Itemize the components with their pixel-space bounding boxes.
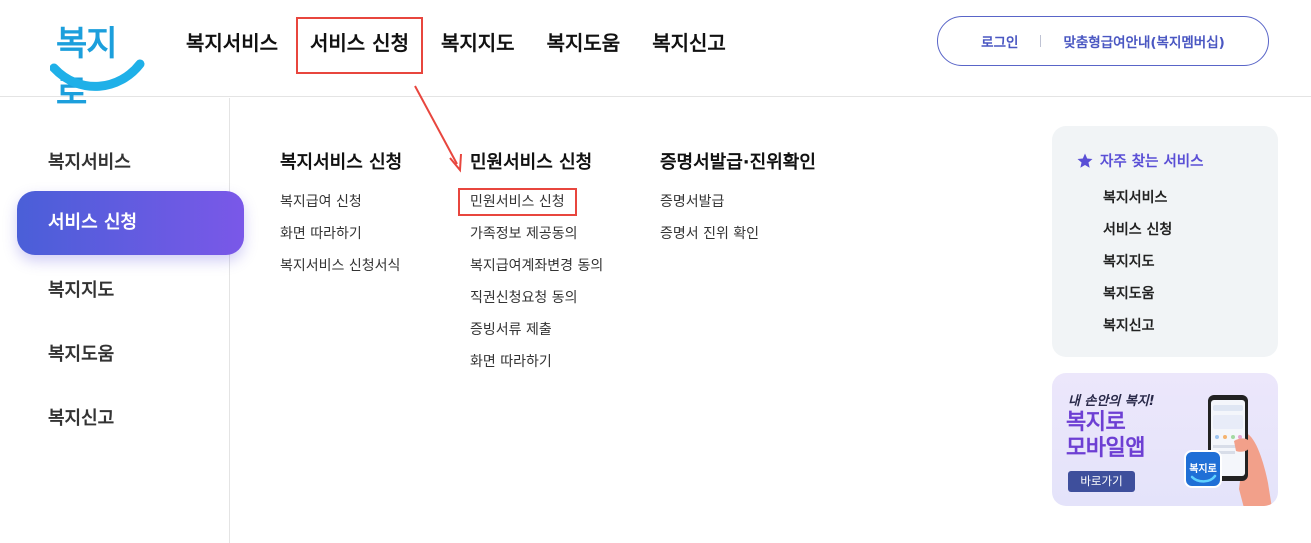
column-list: 증명서발급 증명서 진위 확인 [660,190,816,254]
frequent-link[interactable]: 복지신고 [1103,314,1172,346]
column-title: 복지서비스 신청 [280,152,403,173]
util-menu: 로그인 맞춤형급여안내(복지멤버십) [937,16,1269,66]
util-divider [1040,35,1042,47]
side-item-welfare-map[interactable]: 복지지도 [48,276,114,302]
frequent-services-heading: 자주 찾는 서비스 [1076,150,1203,171]
menu-link[interactable]: 증빙서류 제출 [470,318,603,350]
annotation-arrow-icon [414,85,462,173]
nav-welfare-service[interactable]: 복지서비스 [170,0,294,86]
frequent-services-title: 자주 찾는 서비스 [1100,154,1204,170]
menu-column-civil-apply: 민원서비스 신청 민원서비스 신청 가족정보 제공동의 복지급여계좌변경 동의 … [458,148,603,382]
column-list: 민원서비스 신청 가족정보 제공동의 복지급여계좌변경 동의 직권신청요청 동의… [458,188,603,382]
logo-swoosh-icon [50,59,145,91]
star-icon [1077,153,1093,168]
frequent-link[interactable]: 복지도움 [1103,282,1172,314]
menu-link[interactable]: 화면 따라하기 [470,350,603,382]
side-item-welfare-report[interactable]: 복지신고 [48,404,114,430]
menu-column-welfare-apply: 복지서비스 신청 복지급여 신청 화면 따라하기 복지서비스 신청서식 [280,148,402,286]
menu-link[interactable]: 증명서 진위 확인 [660,222,816,254]
login-link[interactable]: 로그인 [981,31,1018,51]
frequent-link[interactable]: 서비스 신청 [1103,218,1172,250]
global-nav: 복지서비스 서비스 신청 복지지도 복지도움 복지신고 [170,0,742,86]
nav-welfare-help[interactable]: 복지도움 [531,0,637,86]
phone-hand-illustration-icon: 복지로 [1184,395,1272,506]
membership-link[interactable]: 맞춤형급여안내(복지멤버십) [1063,31,1224,51]
menu-column-certificate: 증명서발급·진위확인 증명서발급 증명서 진위 확인 [660,148,816,254]
column-title: 증명서발급·진위확인 [660,152,816,173]
site-header: 복지로 복지서비스 서비스 신청 복지지도 복지도움 복지신고 로그인 맞춤형급… [0,0,1311,113]
nav-welfare-map[interactable]: 복지지도 [425,0,531,86]
frequent-link[interactable]: 복지지도 [1103,250,1172,282]
menu-link[interactable]: 증명서발급 [660,190,816,222]
side-item-service-apply[interactable]: 서비스 신청 [17,191,244,255]
menu-link[interactable]: 가족정보 제공동의 [470,222,603,254]
menu-link[interactable]: 직권신청요청 동의 [470,286,603,318]
side-item-welfare-help[interactable]: 복지도움 [48,340,114,366]
banner-subtitle: 내 손안의 복지! [1068,394,1155,409]
menu-link-label: 민원서비스 신청 [458,188,577,216]
app-icon-label: 복지로 [1189,462,1217,475]
banner-go-button[interactable]: 바로가기 [1068,471,1135,492]
menu-link[interactable]: 화면 따라하기 [280,222,402,254]
nav-welfare-report[interactable]: 복지신고 [636,0,742,86]
side-item-welfare-service[interactable]: 복지서비스 [48,148,131,174]
frequent-services-list: 복지서비스 서비스 신청 복지지도 복지도움 복지신고 [1103,186,1172,346]
bokjiro-logo[interactable]: 복지로 [50,12,145,113]
nav-service-apply[interactable]: 서비스 신청 [294,0,425,86]
menu-link[interactable]: 복지급여 신청 [280,190,402,222]
column-list: 복지급여 신청 화면 따라하기 복지서비스 신청서식 [280,190,402,286]
column-title: 민원서비스 신청 [470,152,593,173]
frequent-services-panel: 자주 찾는 서비스 복지서비스 서비스 신청 복지지도 복지도움 복지신고 [1052,126,1278,357]
menu-link-civil-service-apply[interactable]: 민원서비스 신청 [458,188,603,222]
banner-title: 복지로 모바일앱 [1066,410,1145,461]
mobile-app-banner[interactable]: 내 손안의 복지! 복지로 모바일앱 바로가기 복지로 [1052,373,1278,506]
menu-link[interactable]: 복지급여계좌변경 동의 [470,254,603,286]
side-menu: 복지서비스 서비스 신청 복지지도 복지도움 복지신고 [0,98,244,543]
frequent-link[interactable]: 복지서비스 [1103,186,1172,218]
menu-link[interactable]: 복지서비스 신청서식 [280,254,402,286]
